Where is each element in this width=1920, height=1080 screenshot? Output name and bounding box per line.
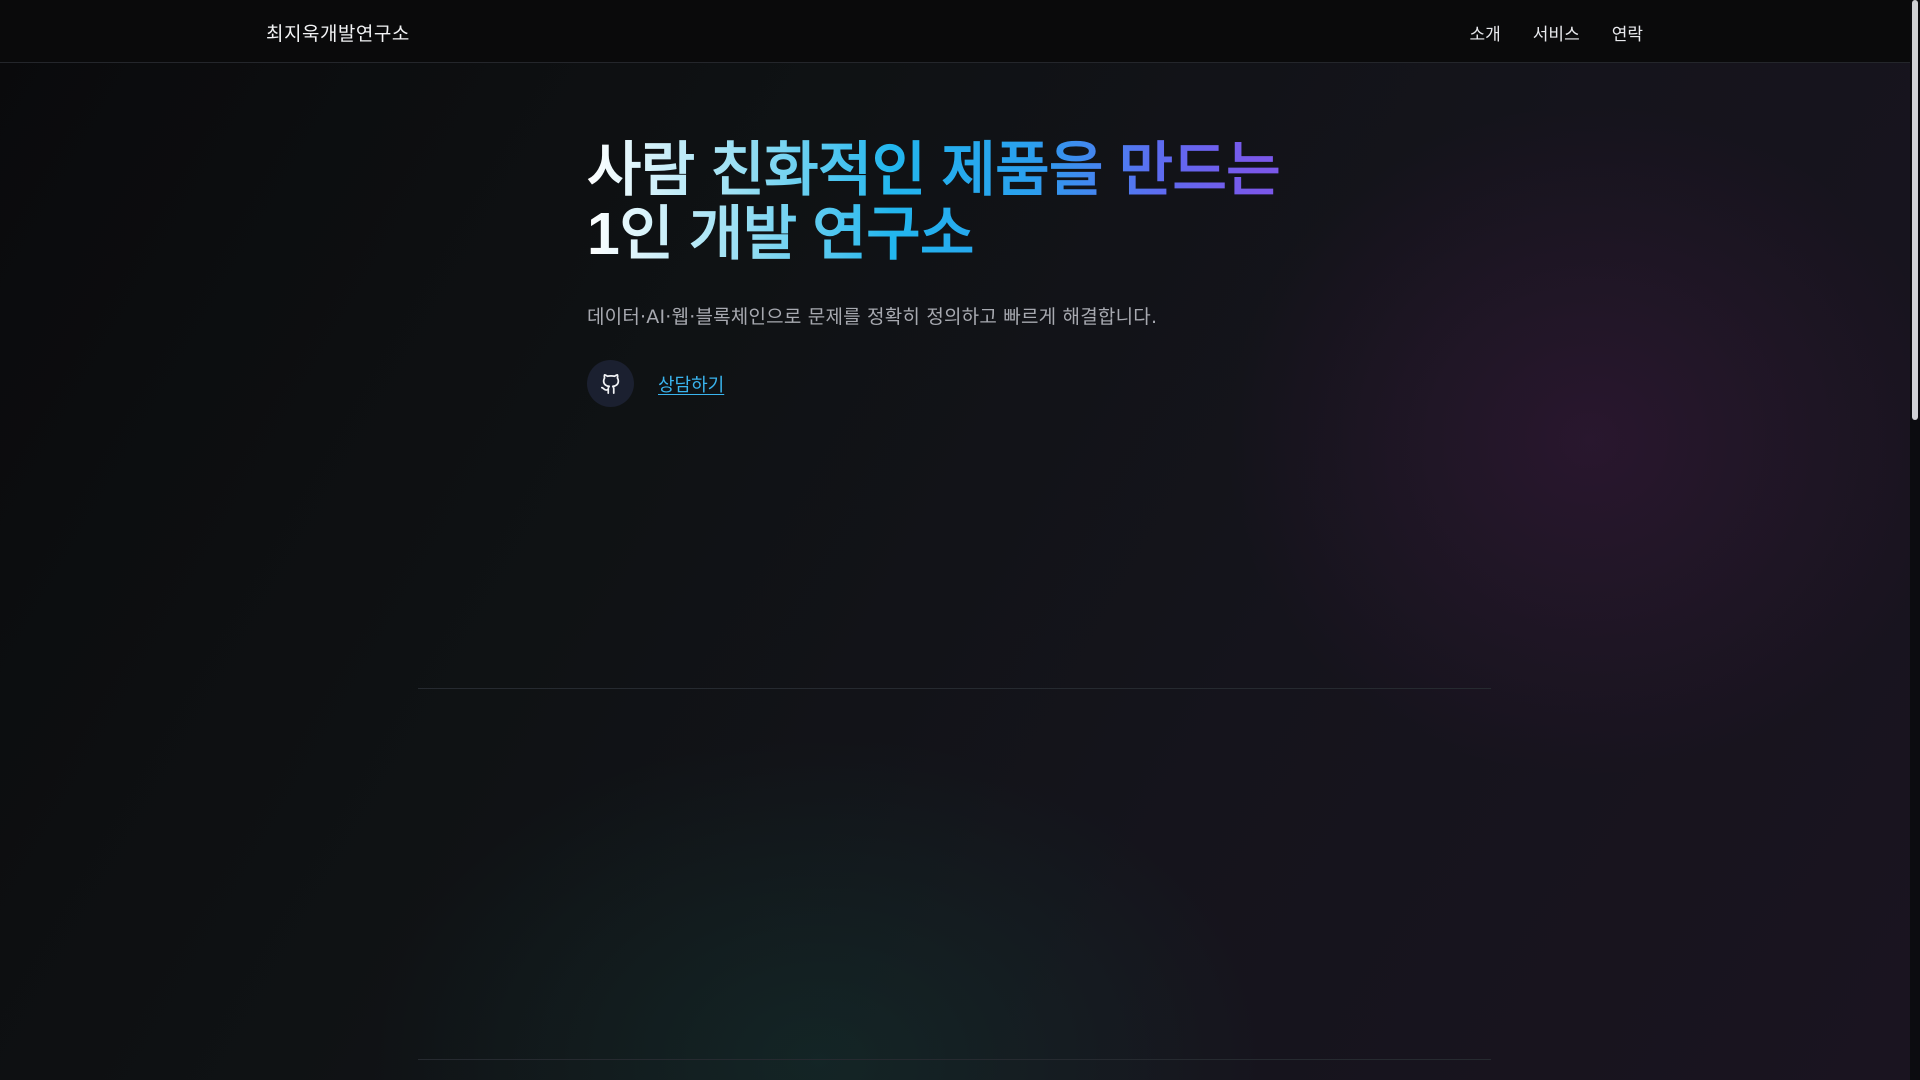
top-navbar: 최지욱개발연구소 소개 서비스 연락	[0, 0, 1910, 63]
page: 최지욱개발연구소 소개 서비스 연락 사람 친화적인 제품을 만드는 1인 개발…	[0, 0, 1920, 1080]
consult-link[interactable]: 상담하기	[658, 371, 724, 397]
section-divider	[418, 1059, 1491, 1060]
brand-logo[interactable]: 최지욱개발연구소	[266, 19, 410, 46]
hero-title-line-1: 사람 친화적인 제품을 만드는	[587, 137, 1281, 203]
scrollbar-track[interactable]	[1910, 0, 1920, 1080]
nav-link-contact[interactable]: 연락	[1612, 20, 1643, 45]
hero-title-line-2: 1인 개발 연구소	[587, 201, 974, 267]
github-button[interactable]	[587, 360, 634, 407]
github-icon	[600, 373, 619, 394]
hero-section: 사람 친화적인 제품을 만드는 1인 개발 연구소 데이터·AI·웹·블록체인으…	[587, 138, 1347, 407]
hero-title: 사람 친화적인 제품을 만드는 1인 개발 연구소	[587, 138, 1347, 266]
cta-row: 상담하기	[587, 360, 1347, 407]
scrollbar-thumb[interactable]	[1912, 0, 1918, 420]
nav-links: 소개 서비스 연락	[1470, 20, 1643, 45]
section-divider	[418, 688, 1491, 689]
nav-link-services[interactable]: 서비스	[1533, 20, 1580, 45]
hero-subtitle: 데이터·AI·웹·블록체인으로 문제를 정확히 정의하고 빠르게 해결합니다.	[587, 306, 1158, 328]
nav-link-about[interactable]: 소개	[1470, 20, 1501, 45]
